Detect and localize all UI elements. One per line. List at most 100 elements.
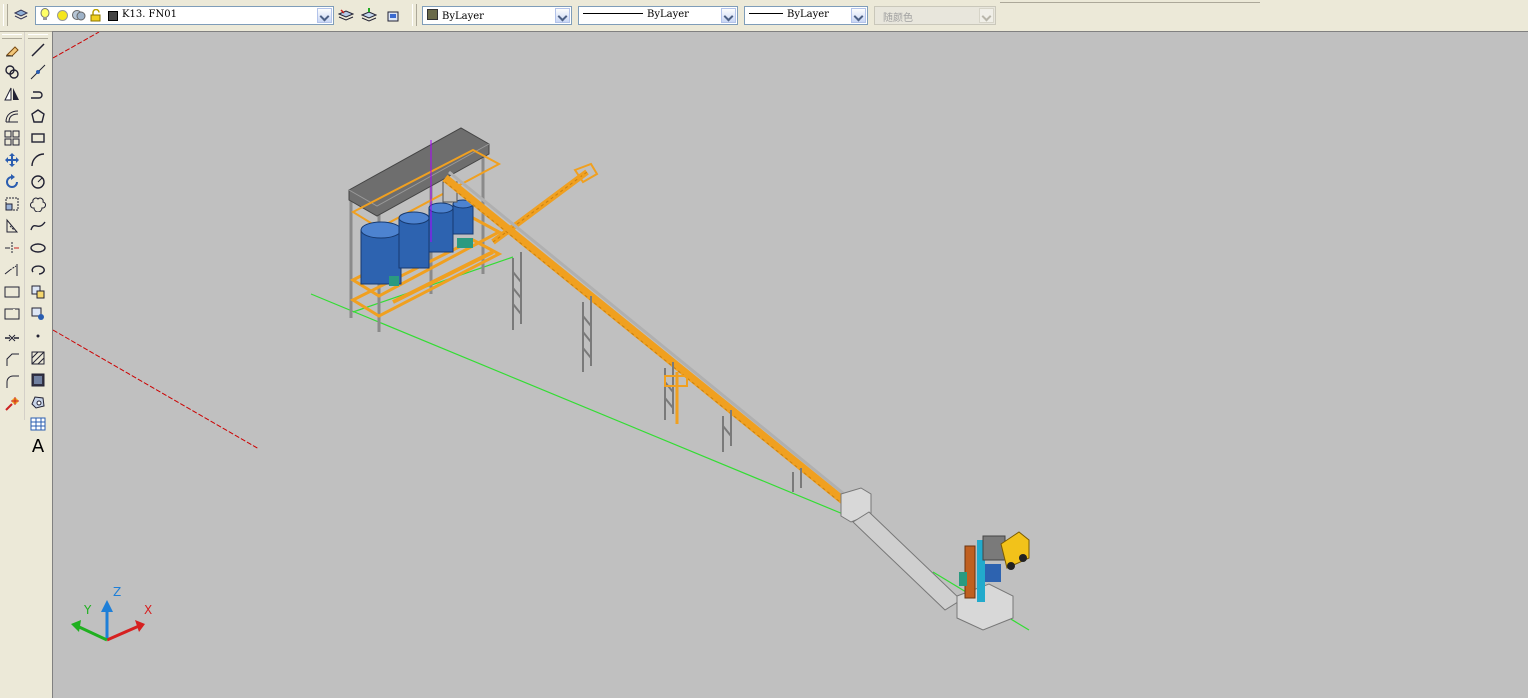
silo <box>452 199 474 235</box>
layer-dropdown[interactable]: K13. FN01 <box>35 6 334 25</box>
sun-icon <box>56 9 69 25</box>
silo-building <box>348 127 503 332</box>
ellipse-button[interactable] <box>28 238 48 258</box>
color-dropdown[interactable]: ByLayer <box>422 6 572 25</box>
chamfer-icon <box>6 353 19 366</box>
globe-icon <box>72 9 86 25</box>
insert-block-icon <box>31 285 45 299</box>
circle-button[interactable] <box>28 172 48 192</box>
break-at-point-button[interactable] <box>2 282 22 302</box>
polyline-button[interactable] <box>28 84 48 104</box>
layer-manager-button[interactable] <box>12 6 30 24</box>
toolbar-grip[interactable] <box>3 4 8 26</box>
fillet-button[interactable] <box>2 372 22 392</box>
circle-icon <box>31 175 45 189</box>
insert-block-button[interactable] <box>28 282 48 302</box>
trim-button[interactable] <box>2 238 22 258</box>
revision-cloud-icon <box>30 197 46 212</box>
lineweight-dropdown[interactable]: ByLayer <box>744 6 868 25</box>
mtext-button[interactable]: A <box>28 436 48 457</box>
chevron-down-icon[interactable] <box>721 8 736 23</box>
toolbar-grip[interactable] <box>28 34 48 39</box>
make-object-layer-current-button[interactable] <box>337 6 355 24</box>
ellipse-icon <box>30 243 46 253</box>
arc-button[interactable] <box>28 150 48 170</box>
copy-button[interactable] <box>2 62 22 82</box>
layer-previous-button[interactable] <box>360 6 378 24</box>
region-button[interactable] <box>28 392 48 412</box>
toolbar-grip[interactable] <box>412 4 417 26</box>
layer-states-button[interactable] <box>384 6 402 24</box>
extend-button[interactable] <box>2 260 22 280</box>
break-button[interactable] <box>2 304 22 324</box>
trestle-supports <box>512 252 802 492</box>
array-button[interactable] <box>2 128 22 148</box>
crosshair-line <box>53 329 260 450</box>
construction-line-button[interactable] <box>28 62 48 82</box>
extend-icon <box>4 264 18 276</box>
erase-button[interactable] <box>2 40 22 60</box>
layer-name: K13. FN01 <box>122 9 177 20</box>
toolbar-grip[interactable] <box>2 34 22 39</box>
gradient-button[interactable] <box>28 370 48 390</box>
drawing-viewport[interactable]: Z X Y <box>52 31 1528 698</box>
polygon-button[interactable] <box>28 106 48 126</box>
join-icon <box>5 334 19 342</box>
rectangle-icon <box>31 133 45 143</box>
linetype-dropdown[interactable]: ByLayer <box>578 6 738 25</box>
table-button[interactable] <box>28 414 48 434</box>
region-icon <box>31 396 45 409</box>
chevron-down-icon <box>979 8 994 23</box>
line-button[interactable] <box>28 40 48 60</box>
hatch-icon <box>31 351 45 365</box>
properties-toolbar: K13. FN01 ByLayer ByLayer ByLayer 随颜色 <box>0 0 1528 32</box>
polyline-icon <box>31 91 43 99</box>
polygon-icon <box>31 109 45 123</box>
mirror-button[interactable] <box>2 84 22 104</box>
join-button[interactable] <box>2 328 22 348</box>
spline-icon <box>30 221 46 231</box>
chevron-down-icon[interactable] <box>317 8 332 23</box>
spline-button[interactable] <box>28 216 48 236</box>
hatch-button[interactable] <box>28 348 48 368</box>
ucs-z-label: Z <box>113 585 121 599</box>
layer-states-icon <box>387 11 399 22</box>
bulb-icon <box>39 8 51 25</box>
move-button[interactable] <box>2 150 22 170</box>
crosshair-line <box>53 32 100 59</box>
color-value: ByLayer <box>442 11 484 22</box>
chevron-down-icon[interactable] <box>555 8 570 23</box>
rotate-button[interactable] <box>2 172 22 192</box>
plotstyle-value: 随颜色 <box>883 13 913 24</box>
offset-button[interactable] <box>2 106 22 126</box>
ellipse-arc-icon <box>31 265 45 275</box>
stretch-button[interactable] <box>2 216 22 236</box>
chevron-down-icon[interactable] <box>851 8 866 23</box>
arc-icon <box>31 153 45 167</box>
linetype-sample <box>583 13 643 14</box>
linetype-value: ByLayer <box>647 9 689 20</box>
lineweight-sample <box>749 13 783 14</box>
plotstyle-dropdown: 随颜色 <box>874 6 996 25</box>
table-icon <box>30 417 46 431</box>
chamfer-button[interactable] <box>2 350 22 370</box>
main-conveyor <box>442 170 850 507</box>
stretch-icon <box>6 218 19 233</box>
trim-icon <box>5 242 19 254</box>
lineweight-value: ByLayer <box>787 9 829 20</box>
ellipse-arc-button[interactable] <box>28 260 48 280</box>
revision-cloud-button[interactable] <box>28 194 48 214</box>
rotate-icon <box>6 174 18 188</box>
scale-icon <box>5 197 19 211</box>
modify-toolbar <box>0 32 25 420</box>
model-space-canvas[interactable]: Z X Y <box>53 32 1528 698</box>
scale-button[interactable] <box>2 194 22 214</box>
point-button[interactable] <box>28 326 48 346</box>
explode-button[interactable] <box>2 394 22 414</box>
rectangle-button[interactable] <box>28 128 48 148</box>
construction-line-icon <box>30 64 46 80</box>
make-block-button[interactable] <box>28 304 48 324</box>
point-icon <box>36 334 40 338</box>
line-icon <box>31 43 45 57</box>
make-block-icon <box>31 307 44 320</box>
